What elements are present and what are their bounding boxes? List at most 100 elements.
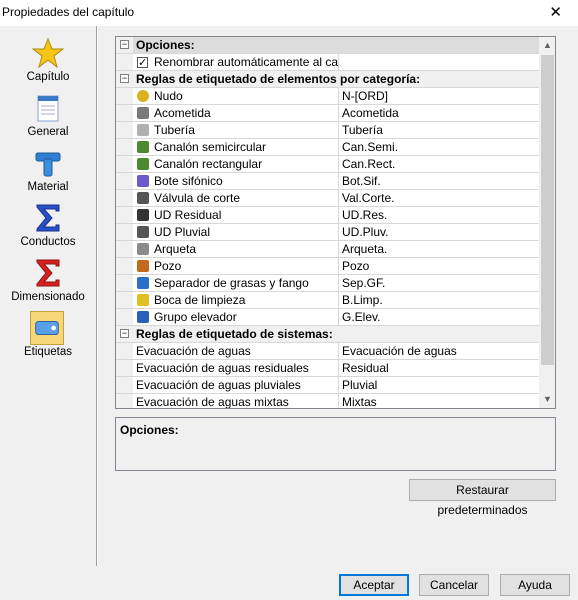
property-row[interactable]: UD Pluvial UD.Pluv. (116, 224, 539, 241)
property-name-text: Grupo elevador (154, 310, 237, 324)
row-gutter: − (116, 71, 133, 87)
property-value[interactable]: Acometida (339, 105, 539, 121)
sidebar-item-conductos[interactable]: Conductos (0, 196, 96, 250)
property-row[interactable]: Canalón semicircular Can.Semi. (116, 139, 539, 156)
category-row: − Reglas de etiquetado de elementos por c… (116, 71, 539, 88)
property-row[interactable]: Válvula de corte Val.Corte. (116, 190, 539, 207)
row-gutter (116, 360, 133, 376)
row-gutter (116, 292, 133, 308)
row-gutter (116, 54, 133, 70)
property-value[interactable]: Residual (339, 360, 539, 376)
property-row[interactable]: UD Residual UD.Res. (116, 207, 539, 224)
property-name-text: Arqueta (154, 242, 197, 256)
sidebar-item-label: Etiquetas (24, 346, 72, 358)
property-grid[interactable]: −Opciones:Renombrar automáticamente al c… (115, 36, 556, 409)
row-gutter (116, 377, 133, 393)
residual-unit-icon (137, 209, 149, 221)
property-name: Boca de limpieza (133, 292, 339, 308)
scroll-up-icon[interactable]: ▲ (539, 37, 555, 54)
property-value[interactable]: Pozo (339, 258, 539, 274)
property-value[interactable]: B.Limp. (339, 292, 539, 308)
property-row[interactable]: Nudo N-[ORD] (116, 88, 539, 105)
property-row[interactable]: Canalón rectangular Can.Rect. (116, 156, 539, 173)
property-value[interactable]: UD.Res. (339, 207, 539, 223)
valve-icon (137, 192, 149, 204)
property-name-text: Evacuación de aguas (136, 344, 251, 358)
property-name-text: Evacuación de aguas pluviales (136, 378, 301, 392)
property-row[interactable]: Grupo elevador G.Elev. (116, 309, 539, 326)
sidebar-item-label: Material (27, 181, 69, 193)
property-name-text: Canalón rectangular (154, 157, 263, 171)
property-value[interactable]: Mixtas (339, 394, 539, 408)
property-value[interactable]: Pluvial (339, 377, 539, 393)
property-value[interactable]: Arqueta. (339, 241, 539, 257)
property-name-text: Evacuación de aguas residuales (136, 361, 309, 375)
gutter-semicircular-icon (137, 141, 149, 153)
row-gutter (116, 224, 133, 240)
property-value[interactable]: Evacuación de aguas (339, 343, 539, 359)
property-name-text: UD Residual (154, 208, 222, 222)
property-name: Separador de grasas y fango (133, 275, 339, 291)
sidebar-item-etiquetas[interactable]: Etiquetas (0, 306, 96, 360)
property-value[interactable] (339, 54, 539, 70)
row-gutter (116, 139, 133, 155)
property-row[interactable]: Arqueta Arqueta. (116, 241, 539, 258)
category-row: − Opciones: (116, 37, 539, 54)
property-row[interactable]: Tubería Tubería (116, 122, 539, 139)
collapse-toggle-icon[interactable]: − (120, 329, 129, 338)
property-value[interactable]: Tubería (339, 122, 539, 138)
row-gutter (116, 122, 133, 138)
property-row[interactable]: Evacuación de aguas pluviales Pluvial (116, 377, 539, 394)
sidebar-item-capitulo[interactable]: Capítulo (0, 31, 96, 85)
property-name: Evacuación de aguas mixtas (133, 394, 339, 408)
sigma-red-icon (36, 259, 60, 287)
property-row[interactable]: Separador de grasas y fango Sep.GF. (116, 275, 539, 292)
row-gutter (116, 258, 133, 274)
well-icon (137, 260, 149, 272)
sidebar-item-label: Capítulo (26, 71, 70, 83)
property-name: Tubería (133, 122, 339, 138)
pipe-icon (137, 124, 149, 136)
property-name: Evacuación de aguas pluviales (133, 377, 339, 393)
close-icon[interactable]: ✕ (549, 3, 562, 21)
scroll-down-icon[interactable]: ▼ (539, 391, 555, 408)
property-row[interactable]: Acometida Acometida (116, 105, 539, 122)
property-value[interactable]: UD.Pluv. (339, 224, 539, 240)
property-value[interactable]: Can.Semi. (339, 139, 539, 155)
property-value[interactable]: G.Elev. (339, 309, 539, 325)
property-value[interactable]: Val.Corte. (339, 190, 539, 206)
pipe-tee-icon (35, 152, 61, 177)
collapse-toggle-icon[interactable]: − (120, 74, 129, 83)
star-icon (32, 37, 64, 69)
property-row[interactable]: Renombrar automáticamente al calc... (116, 54, 539, 71)
restore-defaults-button[interactable]: Restaurar predeterminados (409, 479, 556, 517)
cancel-button[interactable]: Cancelar (419, 574, 489, 596)
property-row[interactable]: Boca de limpieza B.Limp. (116, 292, 539, 309)
property-name: Canalón rectangular (133, 156, 339, 172)
property-value[interactable]: N-[ORD] (339, 88, 539, 104)
property-value[interactable]: Sep.GF. (339, 275, 539, 291)
property-row[interactable]: Bote sifónico Bot.Sif. (116, 173, 539, 190)
property-name-text: UD Pluvial (154, 225, 211, 239)
help-button[interactable]: Ayuda (500, 574, 570, 596)
row-gutter (116, 275, 133, 291)
property-row[interactable]: Evacuación de aguas mixtas Mixtas (116, 394, 539, 408)
sidebar-item-material[interactable]: Material (0, 141, 96, 195)
property-row[interactable]: Evacuación de aguas residuales Residual (116, 360, 539, 377)
pump-icon (137, 311, 149, 323)
property-row[interactable]: Evacuación de aguas Evacuación de aguas (116, 343, 539, 360)
siphon-pot-icon (137, 175, 149, 187)
property-value[interactable]: Bot.Sif. (339, 173, 539, 189)
vertical-scrollbar[interactable]: ▲ ▼ (539, 37, 555, 408)
separator-icon (137, 277, 149, 289)
property-row[interactable]: Pozo Pozo (116, 258, 539, 275)
scrollbar-thumb[interactable] (541, 55, 554, 365)
property-value[interactable]: Can.Rect. (339, 156, 539, 172)
checkbox[interactable] (137, 55, 148, 70)
accept-button[interactable]: Aceptar (339, 574, 409, 596)
property-name: UD Pluvial (133, 224, 339, 240)
sidebar-item-general[interactable]: General (0, 86, 96, 140)
sidebar-item-dimensionado[interactable]: Dimensionado (0, 251, 96, 305)
collapse-toggle-icon[interactable]: − (120, 40, 129, 49)
property-name: Válvula de corte (133, 190, 339, 206)
